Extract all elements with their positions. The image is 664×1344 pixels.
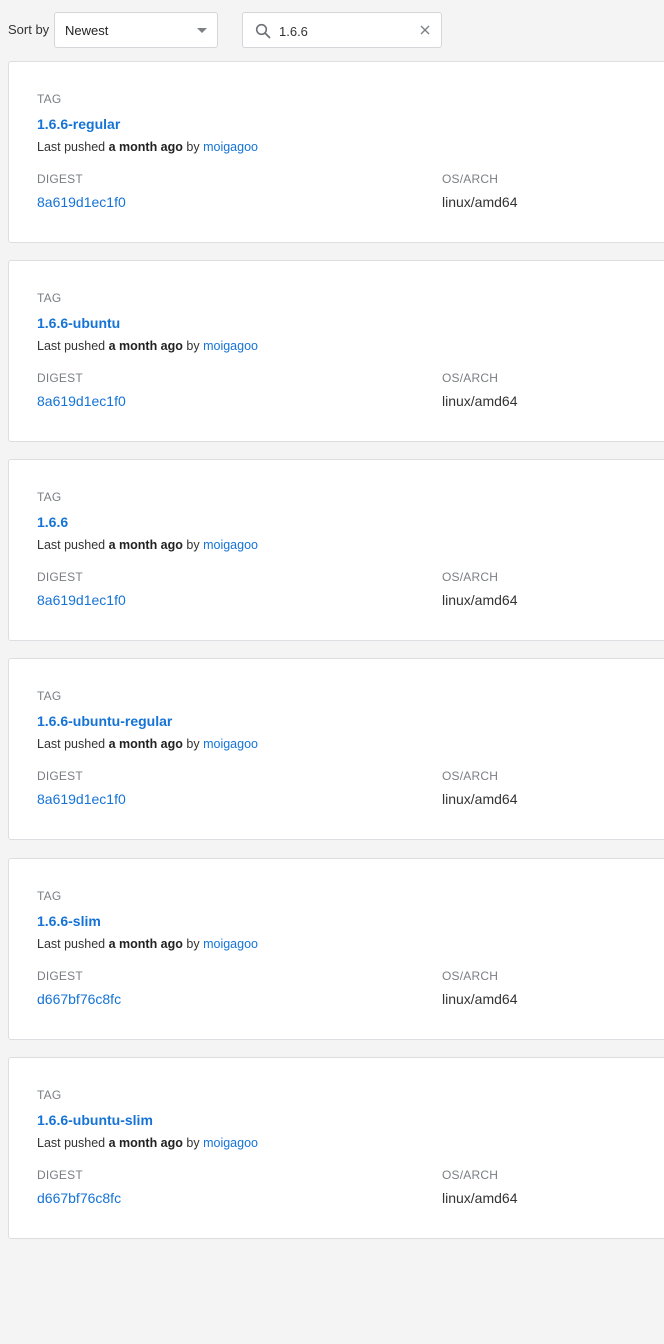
tag-card: TAG 1.6.6 Last pushed a month ago by moi… bbox=[8, 459, 664, 641]
os-arch-label: OS/ARCH bbox=[442, 172, 499, 186]
tag-name-link[interactable]: 1.6.6-ubuntu bbox=[37, 315, 120, 331]
digest-link[interactable]: 8a619d1ec1f0 bbox=[37, 393, 126, 409]
os-arch-value: linux/amd64 bbox=[442, 791, 518, 807]
last-pushed-label: Last pushed bbox=[37, 937, 106, 951]
digest-label: DIGEST bbox=[37, 1168, 83, 1182]
last-pushed-info: Last pushed a month ago by moigagoo bbox=[37, 538, 258, 552]
tag-card: TAG 1.6.6-ubuntu-regular Last pushed a m… bbox=[8, 658, 664, 840]
search-icon bbox=[255, 23, 271, 39]
pushed-by-link[interactable]: moigagoo bbox=[203, 140, 258, 154]
os-arch-label: OS/ARCH bbox=[442, 969, 499, 983]
os-arch-value: linux/amd64 bbox=[442, 991, 518, 1007]
digest-link[interactable]: 8a619d1ec1f0 bbox=[37, 791, 126, 807]
os-arch-value: linux/amd64 bbox=[442, 393, 518, 409]
tag-card: TAG 1.6.6-regular Last pushed a month ag… bbox=[8, 61, 664, 243]
tag-label: TAG bbox=[37, 291, 62, 305]
os-arch-label: OS/ARCH bbox=[442, 371, 499, 385]
digest-link[interactable]: 8a619d1ec1f0 bbox=[37, 592, 126, 608]
pushed-time: a month ago bbox=[108, 737, 183, 751]
tag-label: TAG bbox=[37, 889, 62, 903]
tag-name-link[interactable]: 1.6.6-ubuntu-regular bbox=[37, 713, 172, 729]
by-label: by bbox=[186, 538, 200, 552]
tag-name-link[interactable]: 1.6.6-ubuntu-slim bbox=[37, 1112, 153, 1128]
pushed-by-link[interactable]: moigagoo bbox=[203, 737, 258, 751]
last-pushed-info: Last pushed a month ago by moigagoo bbox=[37, 737, 258, 751]
os-arch-value: linux/amd64 bbox=[442, 194, 518, 210]
pushed-time: a month ago bbox=[108, 339, 183, 353]
search-box bbox=[242, 12, 442, 48]
pushed-by-link[interactable]: moigagoo bbox=[203, 937, 258, 951]
by-label: by bbox=[186, 339, 200, 353]
os-arch-value: linux/amd64 bbox=[442, 592, 518, 608]
last-pushed-info: Last pushed a month ago by moigagoo bbox=[37, 1136, 258, 1150]
os-arch-label: OS/ARCH bbox=[442, 769, 499, 783]
pushed-by-link[interactable]: moigagoo bbox=[203, 339, 258, 353]
pushed-time: a month ago bbox=[108, 538, 183, 552]
digest-link[interactable]: d667bf76c8fc bbox=[37, 991, 121, 1007]
chevron-down-icon bbox=[197, 28, 207, 33]
tag-label: TAG bbox=[37, 689, 62, 703]
last-pushed-info: Last pushed a month ago by moigagoo bbox=[37, 140, 258, 154]
tag-name-link[interactable]: 1.6.6 bbox=[37, 514, 68, 530]
tag-card: TAG 1.6.6-ubuntu-slim Last pushed a mont… bbox=[8, 1057, 664, 1239]
sort-dropdown-value: Newest bbox=[65, 23, 109, 38]
os-arch-label: OS/ARCH bbox=[442, 570, 499, 584]
tag-label: TAG bbox=[37, 92, 62, 106]
tag-card: TAG 1.6.6-ubuntu Last pushed a month ago… bbox=[8, 260, 664, 442]
search-input[interactable] bbox=[279, 21, 409, 41]
close-icon[interactable] bbox=[417, 22, 433, 38]
pushed-by-link[interactable]: moigagoo bbox=[203, 538, 258, 552]
os-arch-label: OS/ARCH bbox=[442, 1168, 499, 1182]
sort-dropdown[interactable]: Newest bbox=[54, 12, 218, 48]
tag-name-link[interactable]: 1.6.6-slim bbox=[37, 913, 101, 929]
pushed-time: a month ago bbox=[108, 140, 183, 154]
pushed-time: a month ago bbox=[108, 937, 183, 951]
last-pushed-info: Last pushed a month ago by moigagoo bbox=[37, 937, 258, 951]
digest-link[interactable]: 8a619d1ec1f0 bbox=[37, 194, 126, 210]
sort-label: Sort by bbox=[8, 22, 50, 37]
digest-label: DIGEST bbox=[37, 969, 83, 983]
last-pushed-info: Last pushed a month ago by moigagoo bbox=[37, 339, 258, 353]
digest-label: DIGEST bbox=[37, 769, 83, 783]
toolbar: Sort by Newest bbox=[0, 12, 664, 48]
last-pushed-label: Last pushed bbox=[37, 737, 106, 751]
digest-label: DIGEST bbox=[37, 371, 83, 385]
last-pushed-label: Last pushed bbox=[37, 1136, 106, 1150]
by-label: by bbox=[186, 140, 200, 154]
digest-link[interactable]: d667bf76c8fc bbox=[37, 1190, 121, 1206]
last-pushed-label: Last pushed bbox=[37, 339, 106, 353]
digest-label: DIGEST bbox=[37, 172, 83, 186]
digest-label: DIGEST bbox=[37, 570, 83, 584]
tag-label: TAG bbox=[37, 490, 62, 504]
last-pushed-label: Last pushed bbox=[37, 538, 106, 552]
by-label: by bbox=[186, 1136, 200, 1150]
tag-name-link[interactable]: 1.6.6-regular bbox=[37, 116, 120, 132]
pushed-time: a month ago bbox=[108, 1136, 183, 1150]
os-arch-value: linux/amd64 bbox=[442, 1190, 518, 1206]
tag-label: TAG bbox=[37, 1088, 62, 1102]
pushed-by-link[interactable]: moigagoo bbox=[203, 1136, 258, 1150]
last-pushed-label: Last pushed bbox=[37, 140, 106, 154]
tag-card: TAG 1.6.6-slim Last pushed a month ago b… bbox=[8, 858, 664, 1040]
by-label: by bbox=[186, 737, 200, 751]
by-label: by bbox=[186, 937, 200, 951]
